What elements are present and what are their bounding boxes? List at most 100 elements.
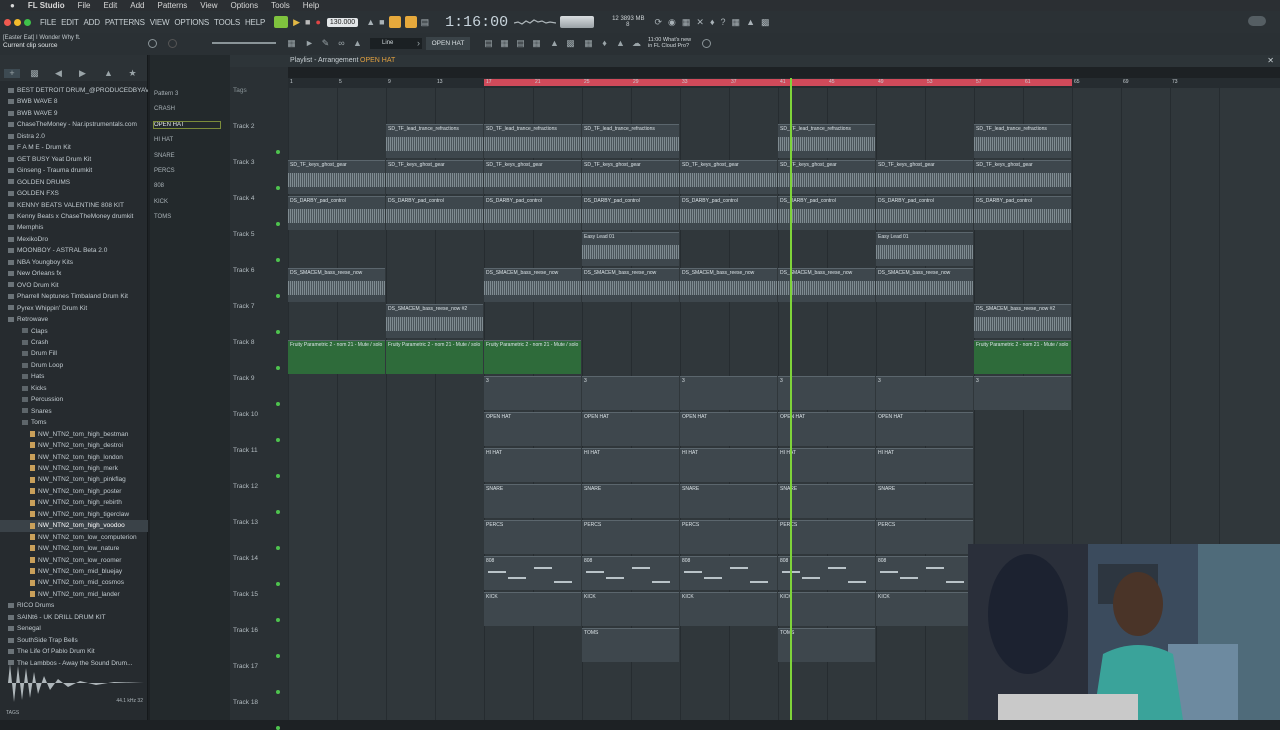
playlist-clip[interactable]: SD_TF_lead_trance_refractions: [974, 124, 1071, 158]
menu-tools[interactable]: Tools: [271, 1, 290, 10]
menu-edit[interactable]: Edit: [103, 1, 117, 10]
plugin-picker-icon[interactable]: ♦: [600, 39, 609, 48]
countdown-toggle[interactable]: [388, 16, 401, 28]
playlist-clip[interactable]: KICK: [876, 592, 973, 626]
playlist-clip[interactable]: DS_SMACEM_bass_reese_now #2: [386, 304, 483, 338]
browser-folder-item[interactable]: Drum Loop: [0, 360, 148, 371]
loop-icon[interactable]: ⟳: [654, 17, 662, 28]
tags-label[interactable]: TAGS: [6, 710, 19, 716]
browser-folder-item[interactable]: Percussion: [0, 394, 148, 405]
browser-folder-item[interactable]: Crash: [0, 337, 148, 348]
channels-icon[interactable]: ▤: [516, 39, 525, 48]
draw-tool-icon[interactable]: ✎: [321, 39, 330, 48]
wait-input-icon[interactable]: ■: [379, 17, 384, 27]
channel-rack-icon[interactable]: ♦: [710, 17, 715, 27]
track-mute-button[interactable]: [276, 186, 280, 190]
track-name[interactable]: Track 15: [233, 591, 258, 598]
playlist-clip[interactable]: 3: [484, 376, 581, 410]
snap-grid-icon[interactable]: ▦: [287, 39, 296, 48]
playlist-clip[interactable]: DS_DARBY_pad_control: [288, 196, 385, 230]
pattern-item[interactable]: TOMS: [154, 214, 171, 220]
playlist-clip[interactable]: 3: [582, 376, 679, 410]
playlist-clip[interactable]: PERCS: [778, 520, 875, 554]
playlist-clip[interactable]: SD_TF_lead_trance_refractions: [386, 124, 483, 158]
track-mute-button[interactable]: [276, 330, 280, 334]
playlist-clip[interactable]: Fruity Parametric 2 - nom 21 - Mute / so…: [288, 340, 385, 374]
browser-file-item[interactable]: NW_NTN2_tom_high_london: [0, 452, 148, 463]
browser-folder-item[interactable]: Claps: [0, 326, 148, 337]
browser-folder-item[interactable]: GET BUSY Yeat Drum Kit: [0, 154, 148, 165]
browser-file-item[interactable]: NW_NTN2_tom_high_bestman: [0, 429, 148, 440]
tempo-display[interactable]: 130.000: [326, 17, 359, 27]
news-settings-icon[interactable]: [702, 39, 711, 48]
playlist-clip[interactable]: DS_SMACEM_bass_reese_now #2: [974, 304, 1071, 338]
browser-file-item[interactable]: NW_NTN2_tom_high_pinkflag: [0, 474, 148, 485]
track-mute-button[interactable]: [276, 222, 280, 226]
track-name[interactable]: Track 16: [233, 627, 258, 634]
browser-file-item[interactable]: NW_NTN2_tom_low_computerion: [0, 532, 148, 543]
timeline-ruler[interactable]: 1 5 9 13 17 21 25 29 33 37 41 45 49 53 57 61 65 69 73: [288, 78, 1280, 88]
play-icon[interactable]: ▶: [293, 17, 300, 28]
browser-folder-icon[interactable]: ▩: [30, 69, 39, 78]
playlist-clip[interactable]: TOMS: [778, 628, 875, 662]
playlist-close-icon[interactable]: ✕: [1267, 56, 1274, 65]
browser-folder-item[interactable]: Pyrex Whippin' Drum Kit: [0, 303, 148, 314]
browser-file-item[interactable]: NW_NTN2_tom_mid_lander: [0, 589, 148, 600]
mixer-sliders-icon[interactable]: ▦: [532, 39, 541, 48]
playlist-clip[interactable]: SD_TF_keys_ghost_gear: [386, 160, 483, 194]
piano-roll-icon[interactable]: ▦: [732, 17, 741, 28]
chevron-right-icon[interactable]: ›: [414, 39, 423, 48]
playlist-clip[interactable]: PERCS: [680, 520, 777, 554]
fl-menu-tools[interactable]: TOOLS: [214, 18, 240, 27]
fl-menu-file[interactable]: FILE: [40, 18, 56, 27]
browser-file-item[interactable]: NW_NTN2_tom_high_destroi: [0, 440, 148, 451]
browser-folder-item[interactable]: Pharrell Neptunes Timbaland Drum Kit: [0, 291, 148, 302]
browser-file-item[interactable]: NW_NTN2_tom_high_rebirth: [0, 497, 148, 508]
stamp-icon[interactable]: ▲: [353, 39, 362, 48]
browser-folder-item[interactable]: MOONBOY - ASTRAL Beta 2.0: [0, 245, 148, 256]
step-edit-toggle[interactable]: [404, 16, 417, 28]
playlist-clip[interactable]: SNARE: [582, 484, 679, 518]
playlist-clip[interactable]: PERCS: [876, 520, 973, 554]
zoom-window-icon[interactable]: [24, 18, 31, 26]
browser-folder-item[interactable]: Toms: [0, 417, 148, 428]
pattern-song-toggle[interactable]: [274, 16, 289, 28]
browser-folder-item[interactable]: F A M E - Drum Kit: [0, 142, 148, 153]
playlist-pattern-name[interactable]: OPEN HAT: [360, 57, 395, 64]
playlist-clip[interactable]: OPEN HAT: [778, 412, 875, 446]
playlist-clip[interactable]: DS_DARBY_pad_control: [386, 196, 483, 230]
track-mute-button[interactable]: [276, 726, 280, 730]
browser-folder-item[interactable]: Senegal: [0, 623, 148, 634]
playlist-clip[interactable]: 3: [876, 376, 973, 410]
record-icon[interactable]: ●: [315, 17, 320, 27]
track-name[interactable]: Track 12: [233, 483, 258, 490]
playlist-clip[interactable]: HI HAT: [680, 448, 777, 482]
pattern-item[interactable]: CRASH: [154, 106, 175, 112]
browser-folder-item[interactable]: Retrowave: [0, 314, 148, 325]
browser-folder-item[interactable]: RICO Drums: [0, 600, 148, 611]
browser-folder-item[interactable]: BWB WAVE 9: [0, 108, 148, 119]
playlist-clip[interactable]: HI HAT: [876, 448, 973, 482]
track-mute-button[interactable]: [276, 690, 280, 694]
playlist-clip[interactable]: KICK: [484, 592, 581, 626]
menu-add[interactable]: Add: [130, 1, 144, 10]
playlist-clip[interactable]: KICK: [582, 592, 679, 626]
browser-folder-item[interactable]: Drum Fill: [0, 348, 148, 359]
playlist-clip[interactable]: DS_DARBY_pad_control: [680, 196, 777, 230]
playlist-clip[interactable]: SD_TF_keys_ghost_gear: [680, 160, 777, 194]
close-window-icon[interactable]: [4, 18, 11, 26]
browser-file-item[interactable]: NW_NTN2_tom_high_merk: [0, 463, 148, 474]
playlist-clip[interactable]: 808: [484, 556, 581, 590]
pattern-item[interactable]: OPEN HAT: [153, 120, 221, 129]
browser-folder-item[interactable]: Hats: [0, 371, 148, 382]
loop-region[interactable]: [484, 79, 1072, 86]
touch-icon[interactable]: ▲: [616, 39, 625, 48]
playlist-clip[interactable]: DS_SMACEM_bass_reese_now: [778, 268, 875, 302]
track-name[interactable]: Track 4: [233, 195, 254, 202]
playlist-clip[interactable]: HI HAT: [484, 448, 581, 482]
help-icon[interactable]: ?: [721, 17, 726, 27]
browser-file-item[interactable]: NW_NTN2_tom_mid_cosmos: [0, 577, 148, 588]
playlist-clip[interactable]: Easy Lead 01: [876, 232, 973, 266]
pattern-item[interactable]: 808: [154, 183, 164, 189]
browser-icon[interactable]: ▩: [761, 17, 770, 28]
